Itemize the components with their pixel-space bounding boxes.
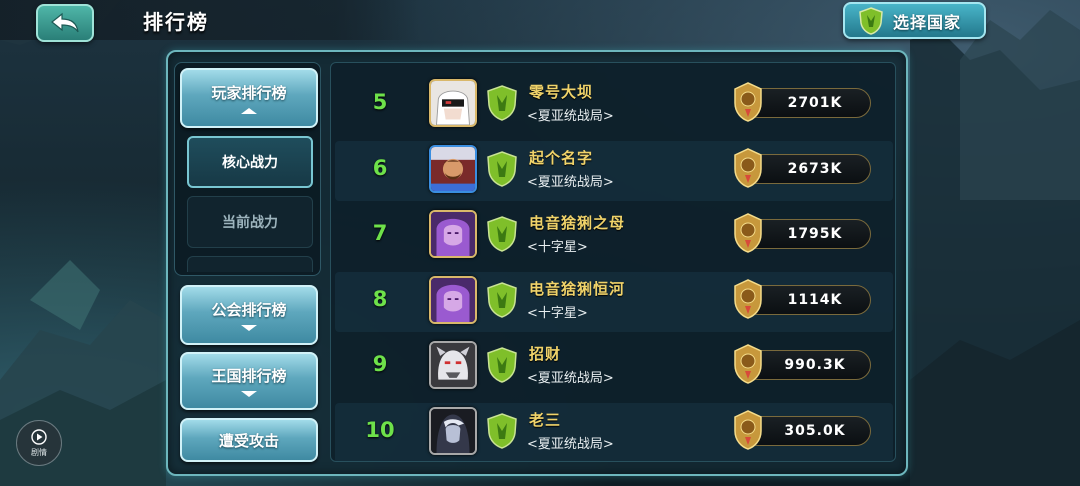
power-value: 2673K [787, 161, 843, 177]
country-shield-icon [487, 282, 517, 318]
chevron-down-icon [241, 324, 257, 331]
country-shield-icon [487, 151, 517, 187]
power-value: 990.3K [784, 357, 846, 373]
tab-guild-ranking-label: 公会排行榜 [211, 300, 287, 319]
ranking-row[interactable]: 6 起个名字 <夏亚统战局> 2673K [335, 141, 893, 201]
tab-guild-ranking[interactable]: 公会排行榜 [180, 285, 318, 345]
chevron-up-icon [241, 107, 257, 114]
rank-number: 5 [372, 90, 388, 114]
rank-number: 10 [365, 418, 395, 442]
replay-label: 剧情 [31, 447, 47, 457]
power-medal-icon [734, 410, 762, 450]
ranking-row[interactable]: 7 电音猞猁之母 <十字星> 1795K [335, 206, 893, 266]
replay-button[interactable]: 剧情 [16, 420, 62, 466]
player-name: 电音猞猁恒河 [529, 280, 626, 298]
select-country-label: 选择国家 [893, 12, 962, 32]
ranking-row[interactable]: 10 老三 <夏亚统战局> 305.0K [335, 403, 893, 461]
sub-tab-core-power-label: 核心战力 [222, 155, 278, 171]
power-value: 2701K [787, 95, 843, 111]
rank-number: 7 [372, 221, 388, 245]
back-arrow-icon [51, 12, 79, 33]
tab-kingdom-ranking[interactable]: 王国排行榜 [180, 352, 318, 410]
player-guild: <十字星> [527, 240, 588, 255]
page-title: 排行榜 [143, 10, 209, 34]
player-avatar[interactable] [429, 145, 477, 193]
white-beast-avatar-icon [431, 343, 475, 387]
player-guild: <夏亚统战局> [527, 437, 614, 452]
player-guild: <夏亚统战局> [527, 371, 614, 386]
back-button[interactable] [36, 4, 94, 42]
player-name: 老三 [529, 411, 562, 429]
country-shield-icon [487, 413, 517, 449]
tab-kingdom-ranking-label: 王国排行榜 [211, 366, 287, 385]
power-medal-icon [734, 82, 762, 122]
rank-number: 8 [372, 287, 388, 311]
player-guild: <十字星> [527, 306, 588, 321]
play-icon [31, 428, 47, 445]
select-country-button[interactable]: 选择国家 [843, 2, 986, 39]
power-value: 1795K [787, 226, 843, 242]
player-name: 零号大坝 [529, 83, 594, 101]
rank-number: 9 [372, 352, 388, 376]
player-avatar[interactable] [429, 407, 477, 455]
purple-hair-sorceress-avatar-icon [431, 278, 475, 322]
player-guild: <夏亚统战局> [527, 175, 614, 190]
player-guild: <夏亚统战局> [527, 109, 614, 124]
ranking-row[interactable]: 8 电音猞猁恒河 <十字星> 1114K [335, 272, 893, 332]
power-medal-icon [734, 344, 762, 384]
country-shield-icon [487, 85, 517, 121]
tab-player-ranking-label: 玩家排行榜 [211, 83, 287, 102]
power-medal-icon [734, 213, 762, 253]
sub-tab-current-power[interactable]: 当前战力 [187, 196, 313, 248]
player-name: 电音猞猁之母 [529, 214, 626, 232]
power-value: 1114K [787, 292, 843, 308]
tab-player-ranking[interactable]: 玩家排行榜 [180, 68, 318, 128]
player-avatar[interactable] [429, 276, 477, 324]
player-name: 起个名字 [529, 149, 594, 167]
player-avatar[interactable] [429, 210, 477, 258]
white-hair-masked-avatar-icon [431, 81, 475, 125]
tab-attacked[interactable]: 遭受攻击 [180, 418, 318, 462]
player-avatar[interactable] [429, 79, 477, 127]
player-avatar[interactable] [429, 341, 477, 389]
chevron-down-icon [241, 390, 257, 397]
dark-hooded-avatar-icon [431, 409, 475, 453]
country-shield-icon [859, 6, 883, 35]
country-shield-icon [487, 216, 517, 252]
sub-tab-current-power-label: 当前战力 [222, 215, 278, 231]
rank-number: 6 [372, 156, 388, 180]
power-medal-icon [734, 148, 762, 188]
power-value: 305.0K [784, 423, 846, 439]
country-shield-icon [487, 347, 517, 383]
player-name: 招财 [529, 345, 562, 363]
bearded-warrior-avatar-icon [431, 147, 475, 191]
power-medal-icon [734, 279, 762, 319]
sub-tab-partial [187, 256, 313, 272]
ranking-row[interactable]: 9 招财 <夏亚统战局> 990.3K [335, 337, 893, 397]
tab-attacked-label: 遭受攻击 [218, 431, 279, 450]
sub-tab-core-power[interactable]: 核心战力 [187, 136, 313, 188]
ranking-list[interactable]: 5 零号大坝 <夏亚统战局> 2701K 6 起个名字 <夏亚统战局> 2673… [330, 62, 896, 462]
purple-hair-sorceress-avatar-icon [431, 212, 475, 256]
ranking-row[interactable]: 5 零号大坝 <夏亚统战局> 2701K [335, 75, 893, 135]
